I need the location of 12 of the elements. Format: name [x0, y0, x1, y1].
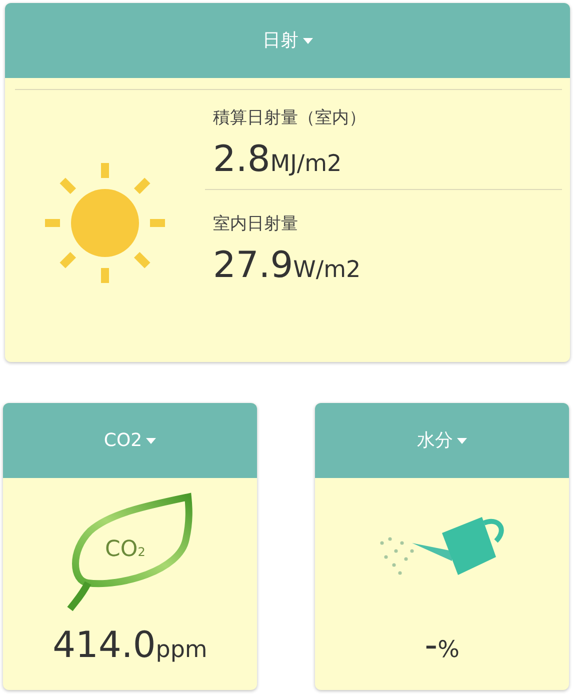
- reading-label: 室内日射量: [213, 213, 299, 236]
- dropdown-header[interactable]: 日射: [5, 3, 570, 78]
- caret-icon: [146, 438, 156, 444]
- reading-label: 積算日射量（室内）: [213, 107, 367, 130]
- dropdown-header[interactable]: CO2: [3, 403, 257, 478]
- caret-icon: [302, 38, 312, 44]
- reading-value: 414.0ppm: [52, 626, 208, 666]
- caret-icon: [457, 438, 467, 444]
- reading-value: 2.8MJ/m2: [213, 140, 343, 180]
- reading-value: -%: [424, 626, 460, 666]
- reading-value: 27.9W/m2: [213, 246, 362, 286]
- dropdown-header[interactable]: 水分: [315, 403, 569, 478]
